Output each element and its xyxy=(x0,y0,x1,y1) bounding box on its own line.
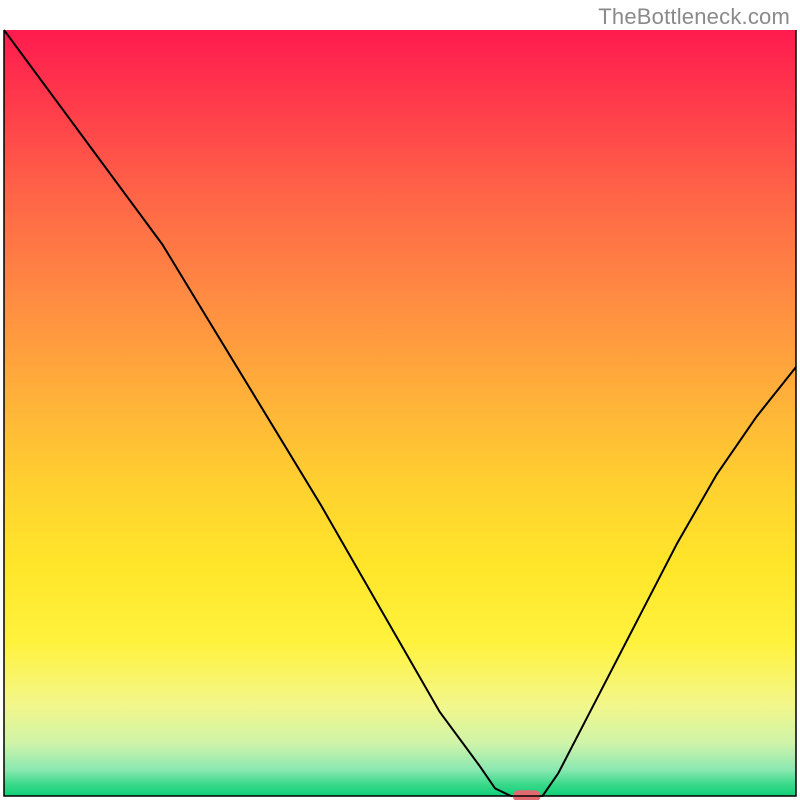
watermark-text: TheBottleneck.com xyxy=(598,4,790,30)
chart-background xyxy=(4,30,796,796)
chart-marker xyxy=(513,790,541,800)
bottleneck-chart: TheBottleneck.com xyxy=(0,0,800,800)
chart-svg xyxy=(0,0,800,800)
